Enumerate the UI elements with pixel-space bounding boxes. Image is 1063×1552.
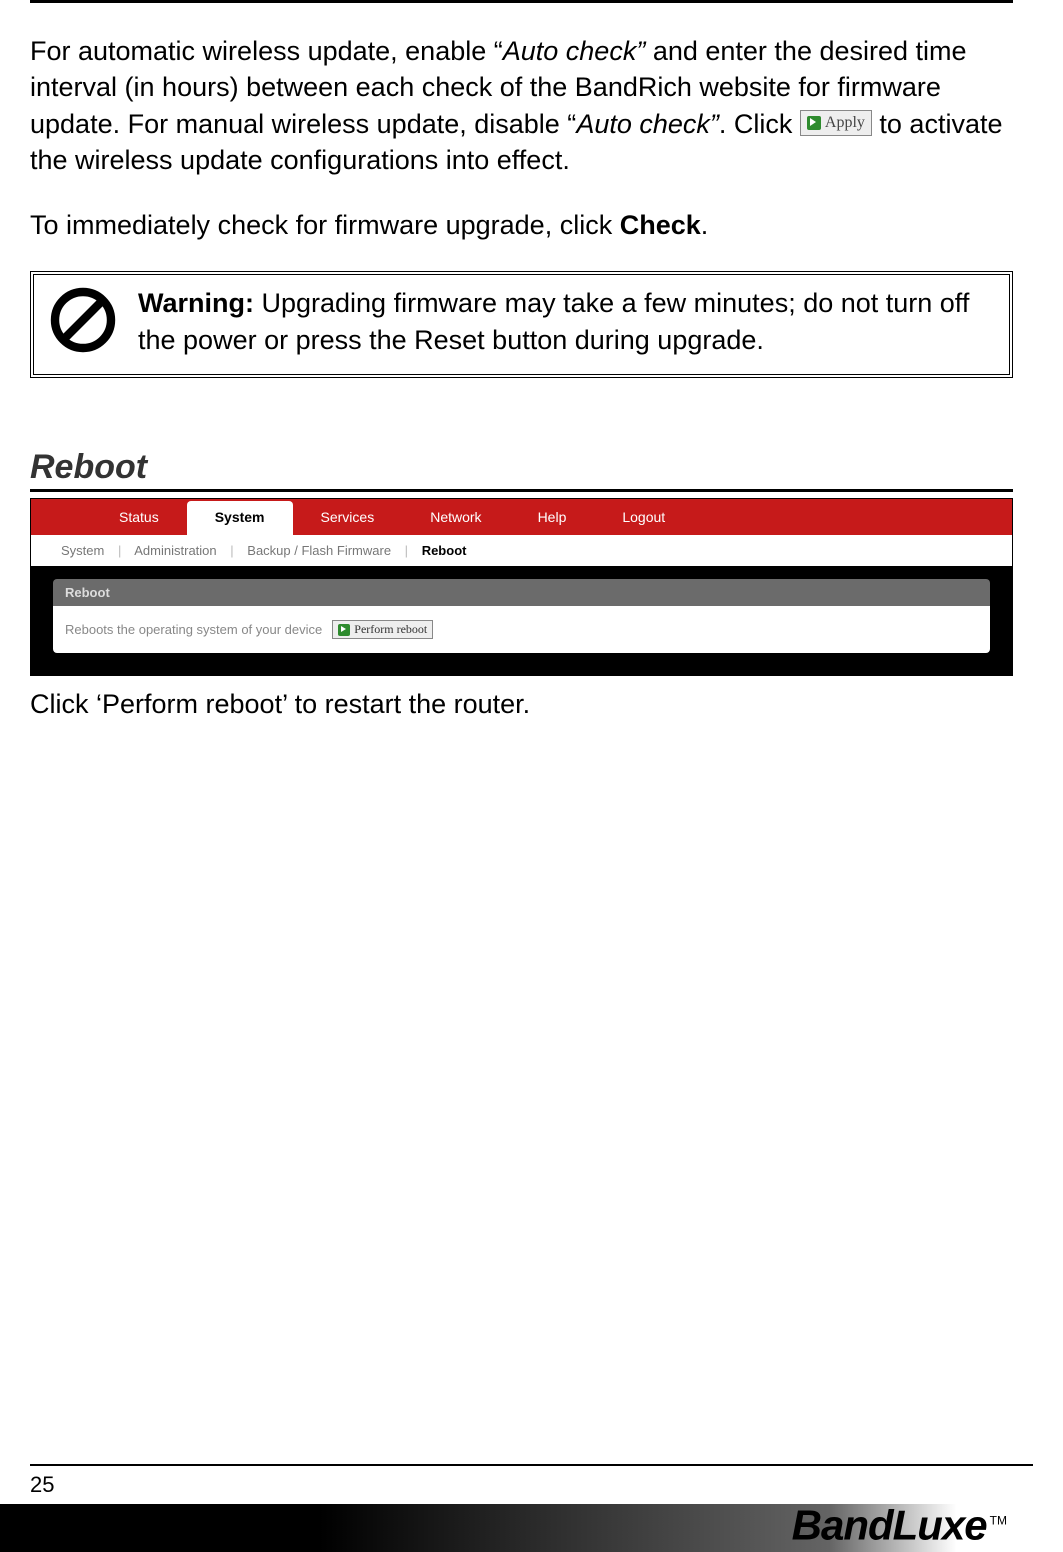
panel-body: Reboots the operating system of your dev… [53, 606, 990, 653]
router-ui-screenshot: Status System Services Network Help Logo… [30, 498, 1013, 676]
section-heading-reboot: Reboot [30, 448, 1013, 492]
warning-text: Warning: Upgrading firmware may take a f… [138, 285, 995, 358]
page-number: 25 [30, 1472, 1063, 1498]
panel-title: Reboot [53, 579, 990, 606]
separator-icon: | [230, 543, 233, 558]
paragraph-auto-check: For automatic wireless update, enable “A… [30, 33, 1013, 179]
warning-body: Upgrading firmware may take a few minute… [138, 288, 969, 354]
subnav-backup[interactable]: Backup / Flash Firmware [247, 543, 391, 558]
page-footer: 25 BandLuxeTM [0, 1464, 1063, 1552]
apply-button-label: Apply [825, 112, 865, 134]
topnav: Status System Services Network Help Logo… [31, 499, 1012, 535]
perform-reboot-button[interactable]: Perform reboot [332, 620, 433, 639]
tab-services[interactable]: Services [293, 499, 403, 535]
tab-network[interactable]: Network [402, 499, 509, 535]
footer-rule [30, 1464, 1033, 1466]
text: . [701, 210, 709, 240]
emphasis-auto-check-1: Auto check” [503, 36, 653, 66]
brand-logo: BandLuxeTM [792, 1502, 1007, 1550]
trademark-icon: TM [990, 1514, 1007, 1528]
play-icon [807, 116, 821, 130]
emphasis-auto-check-2: Auto check” [576, 109, 719, 139]
separator-icon: | [405, 543, 408, 558]
prohibited-icon [48, 285, 118, 355]
text: To immediately check for firmware upgrad… [30, 210, 620, 240]
tab-system[interactable]: System [187, 501, 293, 535]
separator-icon: | [118, 543, 121, 558]
top-rule [30, 0, 1013, 3]
check-label: Check [620, 210, 701, 240]
subnav-reboot[interactable]: Reboot [422, 543, 467, 558]
text: For automatic wireless update, enable “ [30, 36, 503, 66]
footer-bar: BandLuxeTM [0, 1504, 1063, 1552]
tab-help[interactable]: Help [510, 499, 595, 535]
warning-callout: Warning: Upgrading firmware may take a f… [30, 271, 1013, 378]
subnav: System | Administration | Backup / Flash… [31, 535, 1012, 567]
perform-reboot-label: Perform reboot [354, 622, 427, 637]
tab-status[interactable]: Status [91, 499, 187, 535]
caption-perform-reboot: Click ‘Perform reboot’ to restart the ro… [30, 686, 1013, 722]
subnav-administration[interactable]: Administration [134, 543, 216, 558]
apply-button[interactable]: Apply [800, 110, 872, 136]
text: . Click [719, 109, 800, 139]
panel-description: Reboots the operating system of your dev… [65, 622, 322, 637]
tab-logout[interactable]: Logout [594, 499, 693, 535]
play-icon [338, 624, 350, 636]
warning-label: Warning: [138, 288, 254, 318]
paragraph-check: To immediately check for firmware upgrad… [30, 207, 1013, 243]
brand-text: BandLuxe [792, 1502, 987, 1549]
subnav-system[interactable]: System [61, 543, 104, 558]
